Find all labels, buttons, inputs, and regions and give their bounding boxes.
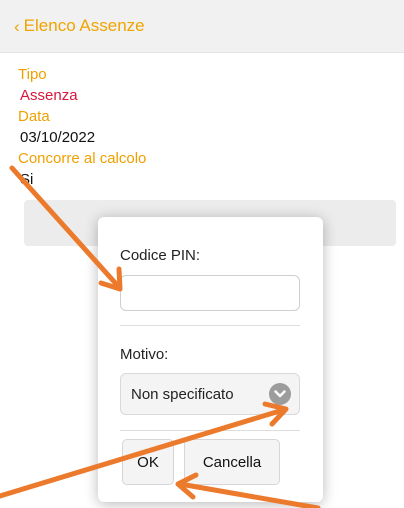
divider <box>120 325 300 326</box>
back-button[interactable]: ‹ Elenco Assenze <box>14 16 145 36</box>
reason-select[interactable]: Non specificato <box>120 373 300 415</box>
cancel-button[interactable]: Cancella <box>184 439 280 485</box>
field-label-tipo: Tipo <box>18 66 47 83</box>
field-value-tipo: Assenza <box>20 87 78 104</box>
chevron-down-circle-icon <box>269 383 291 405</box>
pin-input[interactable] <box>120 275 300 311</box>
field-value-data: 03/10/2022 <box>20 129 96 146</box>
field-label-data: Data <box>18 108 50 125</box>
divider <box>120 430 300 431</box>
pin-dialog: Codice PIN: Motivo: Non specificato OK C… <box>98 217 323 502</box>
chevron-left-icon: ‹ <box>14 16 20 36</box>
app-screen: ‹ Elenco Assenze Tipo Assenza Data 03/10… <box>0 0 404 508</box>
field-value-concorre: Si <box>20 171 34 188</box>
reason-selected-value: Non specificato <box>131 385 234 403</box>
reason-label: Motivo: <box>120 346 169 363</box>
field-label-concorre: Concorre al calcolo <box>18 150 147 167</box>
ok-button[interactable]: OK <box>122 439 174 485</box>
absence-details: Tipo Assenza Data 03/10/2022 Concorre al… <box>18 64 388 190</box>
pin-label: Codice PIN: <box>120 247 201 264</box>
navigation-bar: ‹ Elenco Assenze <box>0 0 404 53</box>
back-button-label: Elenco Assenze <box>23 16 145 35</box>
